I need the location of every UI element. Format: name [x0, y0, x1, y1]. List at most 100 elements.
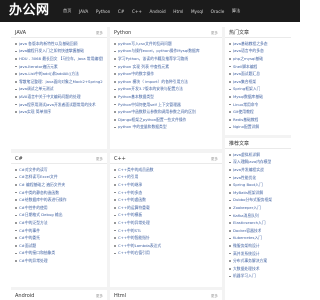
article-link[interactable]: MyBatis框架详解 — [229, 189, 287, 197]
article-link[interactable]: C#怎样读写Excel文件 — [15, 174, 103, 182]
article-link[interactable]: Java虚拟机详解 — [229, 151, 287, 159]
article-link[interactable]: 高并发系统设计 — [229, 250, 287, 258]
article-link[interactable]: C++中的STL — [114, 227, 218, 235]
article-link[interactable]: HDU - 3068 最长回文 【马拉车，Java 常用编程技术】 — [15, 55, 103, 63]
article-link[interactable]: Spring Boot入门 — [229, 181, 287, 189]
article-link[interactable]: Elasticsearch入门 — [229, 219, 287, 227]
article-link[interactable]: C#中的委托 — [15, 234, 103, 242]
bullet-icon — [114, 214, 116, 217]
article-link[interactable]: python 模块（ import）的各种引用方法 — [114, 78, 218, 86]
article-link[interactable]: 分布式事务解决方案 — [229, 257, 287, 265]
article-link[interactable]: Redis基础教程 — [229, 116, 287, 124]
python-more-link[interactable]: 更多 — [211, 31, 218, 35]
csharp-more-link[interactable]: 更多 — [96, 157, 103, 161]
article-link[interactable]: python中函数默认参数和调用参数之间的区别 — [114, 108, 218, 116]
article-link[interactable]: 学习Python，该读的书籍及推荐学习路线 — [114, 55, 218, 63]
nav-item-java[interactable]: JAVA — [79, 9, 88, 14]
article-link[interactable]: Kafka消息队列 — [229, 212, 287, 220]
article-link[interactable]: Java编程开发入门之如何快速掌握基础 — [15, 48, 103, 56]
article-link[interactable]: C#中的接口和抽象类 — [15, 250, 103, 258]
article-link[interactable]: C++中的多态 — [114, 189, 218, 197]
html-more-link[interactable]: 更多 — [211, 294, 218, 298]
article-link[interactable]: Mysql数据库基础 — [229, 93, 287, 101]
article-link[interactable]: C++类中的成员函数 — [114, 166, 218, 174]
article-link[interactable]: Java调试之单元测试 — [15, 86, 103, 94]
nav-item-html[interactable]: Html — [173, 9, 183, 14]
article-link[interactable]: Python基本数据类型 — [114, 93, 218, 101]
nav-item-mysql[interactable]: Mysql — [191, 9, 203, 14]
nav-item-home[interactable]: 首页 — [63, 8, 71, 14]
article-link[interactable]: python写入csv文件的乱码问题 — [114, 40, 218, 48]
article-link[interactable]: Shell脚本编程 — [229, 63, 287, 71]
article-link[interactable]: python中的数字操作 — [114, 70, 218, 78]
article-link[interactable]: 零散笔记整理：Java面向对象之Mock2+Spring2+Hibernate — [15, 78, 103, 86]
nav-item-oracle[interactable]: Oracle — [211, 9, 225, 14]
article-link[interactable]: C++中的智能指针 — [114, 234, 218, 242]
article-link[interactable]: Java集合框架 — [229, 78, 287, 86]
nav-item-android[interactable]: Android — [150, 9, 166, 14]
bullet-icon — [15, 222, 17, 224]
article-link[interactable]: Java并发编程实战 — [229, 166, 287, 174]
article-link[interactable]: python 实现 列表 中查找元素 — [114, 63, 218, 71]
article-link[interactable]: Linux常用命令 — [229, 101, 287, 109]
article-link[interactable]: Django框架之python配置一些文件操作 — [114, 116, 218, 124]
article-link[interactable]: Kubernetes入门 — [229, 235, 287, 243]
article-link[interactable]: java程序用测试Java开发者面试题常用的技术 — [15, 101, 103, 109]
article-link[interactable]: C++中的Lambda表达式 — [114, 242, 218, 250]
article-link[interactable]: python 中的变量和数据类型 — [114, 124, 218, 132]
article-link[interactable]: Dubbo分布式服务框架 — [229, 197, 287, 205]
article-link[interactable]: Java基础教程之多态 — [229, 40, 287, 48]
article-link[interactable]: C#中类的静态构造函数 — [15, 189, 103, 197]
article-link[interactable]: php之mysql基础 — [229, 55, 287, 63]
python-panel-header: Python 更多 — [110, 27, 222, 38]
article-link[interactable]: Java实现 简单排序 — [15, 108, 103, 116]
article-link[interactable]: 机器学习入门 — [229, 273, 287, 281]
nav-item-csharp[interactable]: C# — [118, 9, 124, 14]
article-link[interactable]: Java-List中的add()和addAll()方法 — [15, 70, 103, 78]
article-link[interactable]: C++中的异常处理 — [114, 219, 218, 227]
article-link[interactable]: python开发3.7版本的安装与配置方法 — [114, 86, 218, 94]
article-link[interactable]: Java性能优化 — [229, 174, 287, 182]
article-link[interactable]: Spring框架入门 — [229, 86, 287, 94]
article-link[interactable]: C# 编程基础之 遍历文件夹 — [15, 181, 103, 189]
article-link[interactable]: C++中的继承 — [114, 181, 218, 189]
article-link[interactable]: C#中的事件 — [15, 227, 103, 235]
article-link[interactable]: C#对文件的读写 — [15, 166, 103, 174]
article-link[interactable]: Python中如何使用self 上下文管理器 — [114, 101, 218, 109]
article-link[interactable]: C#日期格式 Debug 输出 — [15, 212, 103, 220]
article-link[interactable]: C++的运算符重载 — [114, 204, 218, 212]
article-link[interactable]: 大数据处理技术 — [229, 265, 287, 273]
article-link[interactable]: C#面试题 — [15, 242, 103, 250]
article-link[interactable]: C++的引用 — [114, 174, 218, 182]
nav-item-algorithm[interactable]: 算法 — [232, 8, 240, 14]
site-logo[interactable]: 办公网 — [9, 3, 50, 19]
java-more-link[interactable]: 更多 — [96, 31, 103, 35]
article-title: python与操作excel，python操作Mysql数据库 — [117, 48, 200, 54]
article-link[interactable]: java-Iterator遍历元素 — [15, 63, 103, 71]
nav-item-python[interactable]: Python — [96, 9, 111, 14]
article-link[interactable]: C++中的右值引用 — [114, 250, 218, 258]
bullet-icon — [15, 237, 17, 239]
article-link[interactable]: Nginx配置详解 — [229, 124, 287, 132]
article-link[interactable]: C++中的模板 — [114, 212, 218, 220]
article-link[interactable]: 微服务架构设计 — [229, 242, 287, 250]
article-link[interactable]: C#给数据库中的表进行操作 — [15, 196, 103, 204]
article-title: python中的数字操作 — [117, 71, 155, 77]
article-link[interactable]: Java语言中的多态 — [229, 48, 287, 56]
article-link[interactable]: java 各版本的新特性以及基础回顾 — [15, 40, 103, 48]
article-link[interactable]: C#中控件的使用 — [15, 204, 103, 212]
article-link[interactable]: C#中的泛型方法 — [15, 219, 103, 227]
bullet-icon — [15, 206, 17, 209]
article-link[interactable]: 深入理解Java内存模型 — [229, 159, 287, 167]
article-link[interactable]: C#中的异常处理 — [15, 257, 103, 265]
article-link[interactable]: Zookeeper入门 — [229, 204, 287, 212]
article-link[interactable]: python与操作excel，python操作Mysql数据库 — [114, 48, 218, 56]
article-link[interactable]: JAVA语言中关于中文编码问题的处理 — [15, 93, 103, 101]
article-link[interactable]: Git使用教程 — [229, 108, 287, 116]
article-link[interactable]: Java面试题汇总 — [229, 70, 287, 78]
article-link[interactable]: C++中的虚函数 — [114, 196, 218, 204]
cpp-more-link[interactable]: 更多 — [211, 157, 218, 161]
article-link[interactable]: Docker容器技术 — [229, 227, 287, 235]
nav-item-cpp[interactable]: C++ — [132, 9, 142, 14]
android-more-link[interactable]: 更多 — [96, 294, 103, 298]
